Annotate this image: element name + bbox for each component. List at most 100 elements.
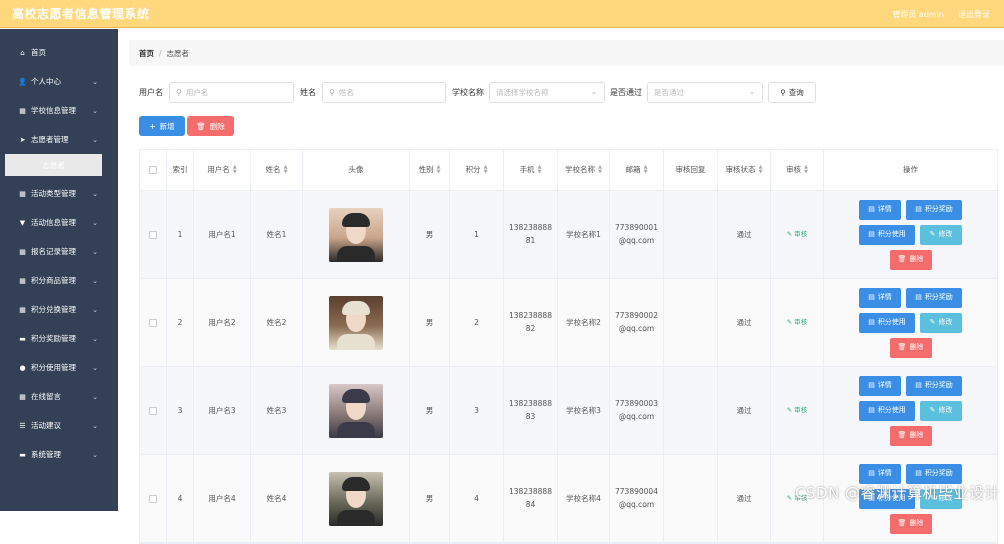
sidebar-item[interactable]: ▦ 积分兑换管理 ⌄ [0, 295, 118, 324]
grid-icon: ▦ [19, 305, 26, 314]
points-award-button[interactable]: ▤ 积分奖励 [906, 463, 962, 484]
points-use-button[interactable]: ▤ 积分使用 [859, 312, 915, 333]
sort-icon[interactable]: ▲ ▼ [598, 165, 602, 175]
sidebar-item[interactable]: ▦ 活动类型管理 ⌄ [0, 179, 118, 208]
detail-button[interactable]: ▤ 详情 [859, 199, 901, 220]
breadcrumb-home[interactable]: 首页 [139, 48, 154, 59]
operation-group: ▤ 详情 ▤ 积分奖励 ▤ 积分使用 ✎ 修改 🗑 删除 [856, 375, 966, 446]
sort-icon[interactable]: ▲ ▼ [233, 165, 237, 175]
watermark: CSDN @睿渊计算机毕业设计 [794, 484, 1000, 502]
trash-icon: 🗑 [897, 430, 907, 439]
delete-button[interactable]: 🗑 删除 [889, 425, 932, 446]
sort-icon[interactable]: ▲ ▼ [804, 165, 808, 175]
sidebar-item[interactable]: ▦ 学校信息管理 ⌄ [0, 96, 118, 125]
button-label: 积分奖励 [924, 292, 953, 301]
table-cell: 姓名1 [251, 191, 303, 278]
sidebar-item-label: 活动信息管理 [31, 218, 76, 227]
chevron-down-icon: ⌄ [92, 334, 98, 343]
header-label: 操作 [903, 165, 918, 174]
batch-delete-button[interactable]: 🗑 删除 [187, 116, 234, 136]
edit-button[interactable]: ✎ 修改 [920, 224, 962, 245]
admin-label: 管理员 admin [892, 9, 944, 19]
table-header-cell: 头像 [303, 150, 410, 190]
table-cell: 773890004@qq.com [610, 455, 664, 542]
points-award-button[interactable]: ▤ 积分奖励 [906, 199, 962, 220]
table-row: 2 用户名2 姓名2 男 2 13823888882 学校名称2 773890002@qq.c… [140, 279, 997, 367]
sidebar-item[interactable]: ▬ 积分奖励管理 ⌄ [0, 324, 118, 353]
table-cell [303, 279, 410, 366]
avatar-body [337, 245, 375, 262]
row-checkbox[interactable] [149, 318, 157, 327]
breadcrumb: 首页 / 志愿者 [129, 40, 1004, 66]
delete-button[interactable]: 🗑 删除 [889, 249, 932, 270]
cell-name: 姓名4 [266, 493, 287, 503]
row-checkbox[interactable] [149, 230, 157, 239]
sidebar-item[interactable]: ▦ 在线留言 ⌄ [0, 382, 118, 411]
table-header-cell[interactable] [140, 150, 167, 190]
table-cell [140, 455, 167, 542]
edit-button[interactable]: ✎ 修改 [920, 400, 962, 421]
edit-button[interactable]: ✎ 修改 [920, 312, 962, 333]
sort-icon[interactable]: ▲ ▼ [759, 165, 763, 175]
select-all-checkbox[interactable] [149, 166, 157, 174]
detail-button[interactable]: ▤ 详情 [859, 375, 901, 396]
sort-icon[interactable]: ▲ ▼ [644, 165, 648, 175]
points-use-button[interactable]: ▤ 积分使用 [859, 400, 915, 421]
passed-select[interactable]: 是否通过 ⌄ [647, 81, 763, 103]
username-input[interactable]: ⚲ 用户名 [169, 81, 294, 103]
sidebar-item-label: 学校信息管理 [31, 106, 76, 115]
sidebar-item-label: 志愿者管理 [31, 135, 69, 144]
table-cell: 4 [450, 455, 504, 542]
sidebar-item[interactable]: ▦ 报名记录管理 ⌄ [0, 237, 118, 266]
sort-icon[interactable]: ▲ ▼ [284, 165, 288, 175]
button-label: 修改 [938, 405, 953, 414]
table-cell: 3 [167, 367, 194, 454]
sidebar-item[interactable]: ▦ 积分商品管理 ⌄ [0, 266, 118, 295]
query-button[interactable]: ⚲ 查询 [768, 81, 816, 103]
points-award-button[interactable]: ▤ 积分奖励 [906, 375, 962, 396]
sidebar-item[interactable]: ▬ 系统管理 ⌄ [0, 440, 118, 469]
sort-icon[interactable]: ▲ ▼ [437, 165, 441, 175]
table-cell: 3 [450, 367, 504, 454]
school-select[interactable]: 请选择学校名称 ⌄ [489, 81, 605, 103]
sort-icon[interactable]: ▲ ▼ [484, 165, 488, 175]
avatar-hair [342, 388, 370, 403]
avatar-body [337, 333, 375, 350]
points-award-button[interactable]: ▤ 积分奖励 [906, 287, 962, 308]
name-input[interactable]: ⚲ 姓名 [322, 81, 446, 103]
table-cell: 773890003@qq.com [610, 367, 664, 454]
delete-button[interactable]: 🗑 删除 [889, 337, 932, 358]
sidebar-item[interactable]: ● 积分使用管理 ⌄ [0, 353, 118, 382]
audit-link[interactable]: ✎ 审核 [787, 405, 808, 415]
table-cell: 773890001@qq.com [610, 191, 664, 278]
document-icon: ▤ [868, 380, 875, 389]
sidebar-item[interactable]: ☰ 活动建议 ⌄ [0, 411, 118, 440]
sidebar-item[interactable]: ➤ 志愿者管理 ⌄ [0, 125, 118, 154]
table-cell [664, 455, 718, 542]
delete-button[interactable]: 🗑 删除 [889, 513, 932, 534]
sidebar-item[interactable]: ⌂ 首页 [0, 38, 118, 67]
add-label: 新增 [159, 121, 175, 131]
filter-bar: 用户名 ⚲ 用户名 姓名 ⚲ 姓名 学校名称 请选择学校名称 ⌄ 是否通过 是否通过 ⌄… [139, 81, 816, 103]
logout-link[interactable]: 退出登录 [958, 9, 990, 20]
add-button[interactable]: + 新增 [139, 116, 185, 136]
table-cell [303, 367, 410, 454]
table-header-cell: 手机 ▲ ▼ [504, 150, 558, 190]
audit-link[interactable]: ✎ 审核 [787, 317, 808, 327]
table-cell [140, 279, 167, 366]
cell-user: 用户名4 [208, 493, 236, 503]
audit-link[interactable]: ✎ 审核 [787, 229, 808, 239]
detail-button[interactable]: ▤ 详情 [859, 287, 901, 308]
sidebar-item[interactable]: 👤 个人中心 ⌄ [0, 67, 118, 96]
points-use-button[interactable]: ▤ 积分使用 [859, 224, 915, 245]
table-cell: 4 [167, 455, 194, 542]
sidebar-item-label: 系统管理 [31, 450, 61, 459]
trophy-icon: ▼ [19, 218, 26, 227]
app-title: 高校志愿者信息管理系统 [12, 7, 150, 21]
sort-icon[interactable]: ▲ ▼ [538, 165, 542, 175]
row-checkbox[interactable] [149, 406, 157, 415]
sidebar-item[interactable]: ▼ 活动信息管理 ⌄ [0, 208, 118, 237]
sidebar-subitem-volunteer[interactable]: 志愿者 [5, 154, 102, 176]
row-checkbox[interactable] [149, 494, 157, 503]
detail-button[interactable]: ▤ 详情 [859, 463, 901, 484]
